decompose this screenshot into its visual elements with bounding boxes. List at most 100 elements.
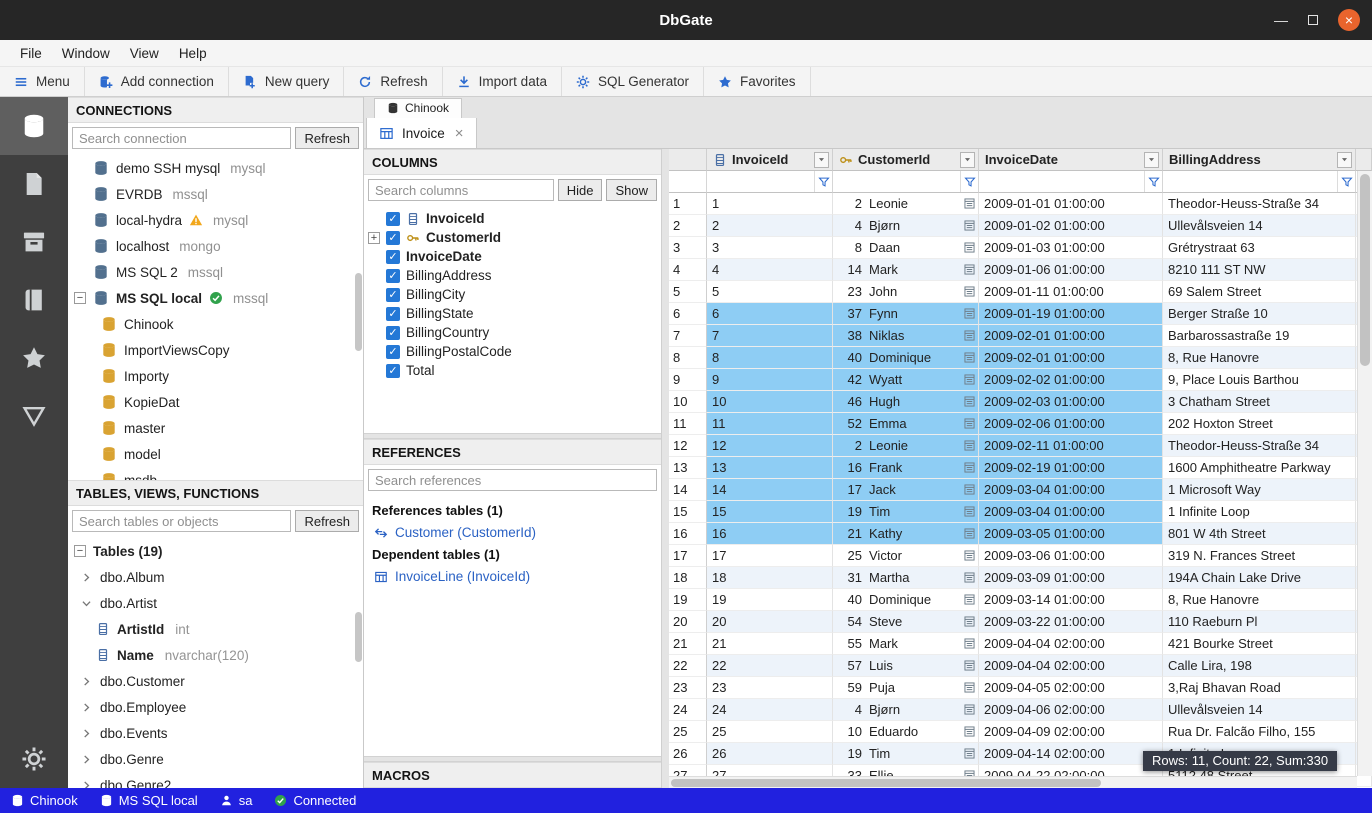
cell-billingaddress[interactable]: 8, Rue Hanovre	[1163, 347, 1356, 369]
row-number[interactable]: 5	[669, 281, 707, 303]
cell-customerid[interactable]: 16 Frank	[833, 457, 979, 479]
table-row[interactable]: 16 16 21 Kathy 2009-03-05 01:00:00 801 W…	[669, 523, 1372, 545]
table-row[interactable]: 25 25 10 Eduardo 2009-04-09 02:00:00 Rua…	[669, 721, 1372, 743]
cell-invoiceid[interactable]: 9	[707, 369, 833, 391]
show-columns-button[interactable]: Show	[606, 179, 657, 201]
row-number[interactable]: 9	[669, 369, 707, 391]
cell-customerid[interactable]: 55 Mark	[833, 633, 979, 655]
connection-item-ms-sql-local[interactable]: − MS SQL local mssql	[68, 285, 363, 311]
cell-invoicedate[interactable]: 2009-01-01 01:00:00	[979, 193, 1163, 215]
column-header-invoiceid[interactable]: InvoiceId	[707, 149, 833, 171]
cell-invoiceid[interactable]: 5	[707, 281, 833, 303]
cell-invoiceid[interactable]: 3	[707, 237, 833, 259]
vertical-scrollbar[interactable]	[1357, 171, 1372, 776]
row-number[interactable]: 6	[669, 303, 707, 325]
filter-input-billingaddress[interactable]	[1163, 171, 1337, 192]
row-number[interactable]: 26	[669, 743, 707, 765]
cell-invoicedate[interactable]: 2009-04-05 02:00:00	[979, 677, 1163, 699]
collapse-icon[interactable]: −	[74, 545, 86, 557]
cell-customerid[interactable]: 14 Mark	[833, 259, 979, 281]
row-number[interactable]: 16	[669, 523, 707, 545]
cell-customerid[interactable]: 46 Hugh	[833, 391, 979, 413]
table-row[interactable]: 6 6 37 Fynn 2009-01-19 01:00:00 Berger S…	[669, 303, 1372, 325]
sidebar-connections-button[interactable]	[0, 97, 68, 155]
table-row[interactable]: 8 8 40 Dominique 2009-02-01 01:00:00 8, …	[669, 347, 1372, 369]
cell-invoicedate[interactable]: 2009-01-06 01:00:00	[979, 259, 1163, 281]
cell-invoiceid[interactable]: 20	[707, 611, 833, 633]
cell-invoiceid[interactable]: 16	[707, 523, 833, 545]
row-number[interactable]: 2	[669, 215, 707, 237]
column-menu-button[interactable]	[1144, 152, 1159, 168]
column-menu-button[interactable]	[814, 152, 829, 168]
database-item-master[interactable]: + master	[68, 415, 363, 441]
cell-billingaddress[interactable]: 194A Chain Lake Drive	[1163, 567, 1356, 589]
cell-invoiceid[interactable]: 17	[707, 545, 833, 567]
sidebar-settings-button[interactable]	[0, 730, 68, 788]
toolbar-sql-generator-button[interactable]: SQL Generator	[562, 67, 704, 96]
toolbar-add-connection-button[interactable]: Add connection	[85, 67, 229, 96]
cell-customerid[interactable]: 25 Victor	[833, 545, 979, 567]
cell-invoicedate[interactable]: 2009-04-09 02:00:00	[979, 721, 1163, 743]
table-item-dbo-genre[interactable]: dbo.Genre	[68, 746, 363, 772]
database-item-chinook[interactable]: + Chinook	[68, 311, 363, 337]
row-number[interactable]: 11	[669, 413, 707, 435]
cell-invoicedate[interactable]: 2009-04-04 02:00:00	[979, 633, 1163, 655]
row-number[interactable]: 8	[669, 347, 707, 369]
column-toggle-billingpostalcode[interactable]: + ✓ BillingPostalCode	[364, 342, 661, 361]
menu-help[interactable]: Help	[169, 43, 217, 64]
cell-billingaddress[interactable]: Calle Lira, 198	[1163, 655, 1356, 677]
row-number[interactable]: 3	[669, 237, 707, 259]
cell-customerid[interactable]: 8 Daan	[833, 237, 979, 259]
column-menu-button[interactable]	[960, 152, 975, 168]
cell-customerid[interactable]: 38 Niklas	[833, 325, 979, 347]
column-toggle-billingcountry[interactable]: + ✓ BillingCountry	[364, 323, 661, 342]
scrollbar-thumb[interactable]	[671, 779, 1101, 787]
menu-view[interactable]: View	[120, 43, 169, 64]
cell-invoicedate[interactable]: 2009-02-02 01:00:00	[979, 369, 1163, 391]
table-row[interactable]: 4 4 14 Mark 2009-01-06 01:00:00 8210 111…	[669, 259, 1372, 281]
table-row[interactable]: 20 20 54 Steve 2009-03-22 01:00:00 110 R…	[669, 611, 1372, 633]
sidebar-filters-button[interactable]	[0, 387, 68, 445]
connection-item-demo-ssh-mysql[interactable]: − demo SSH mysql mysql	[68, 155, 363, 181]
checkbox[interactable]: ✓	[386, 250, 400, 264]
filter-funnel-icon[interactable]	[1337, 171, 1355, 192]
column-toggle-billingstate[interactable]: + ✓ BillingState	[364, 304, 661, 323]
filter-input-invoicedate[interactable]	[979, 171, 1144, 192]
row-number[interactable]: 23	[669, 677, 707, 699]
connection-search-input[interactable]	[72, 127, 291, 149]
database-item-importy[interactable]: + Importy	[68, 363, 363, 389]
references-search-input[interactable]	[368, 469, 657, 491]
column-toggle-customerid[interactable]: + ✓ CustomerId	[364, 228, 661, 247]
cell-billingaddress[interactable]: 3,Raj Bhavan Road	[1163, 677, 1356, 699]
sidebar-history-button[interactable]	[0, 271, 68, 329]
table-item-dbo-events[interactable]: dbo.Events	[68, 720, 363, 746]
cell-invoicedate[interactable]: 2009-02-01 01:00:00	[979, 347, 1163, 369]
column-toggle-total[interactable]: + ✓ Total	[364, 361, 661, 380]
toolbar-favorites-button[interactable]: Favorites	[704, 67, 811, 96]
cell-customerid[interactable]: 52 Emma	[833, 413, 979, 435]
row-number[interactable]: 17	[669, 545, 707, 567]
cell-invoicedate[interactable]: 2009-03-04 01:00:00	[979, 501, 1163, 523]
cell-invoiceid[interactable]: 8	[707, 347, 833, 369]
table-row[interactable]: 18 18 31 Martha 2009-03-09 01:00:00 194A…	[669, 567, 1372, 589]
close-tab-icon[interactable]: ×	[455, 125, 464, 142]
filter-input-invoiceid[interactable]	[707, 171, 814, 192]
expand-icon[interactable]: −	[74, 292, 86, 304]
checkbox[interactable]: ✓	[386, 231, 400, 245]
table-row[interactable]: 14 14 17 Jack 2009-03-04 01:00:00 1 Micr…	[669, 479, 1372, 501]
table-item-dbo-customer[interactable]: dbo.Customer	[68, 668, 363, 694]
cell-invoicedate[interactable]: 2009-02-06 01:00:00	[979, 413, 1163, 435]
cell-customerid[interactable]: 23 John	[833, 281, 979, 303]
table-row[interactable]: 10 10 46 Hugh 2009-02-03 01:00:00 3 Chat…	[669, 391, 1372, 413]
scrollbar-thumb[interactable]	[1360, 174, 1370, 366]
tab-invoice[interactable]: Invoice ×	[366, 118, 477, 148]
table-item-dbo-genre2[interactable]: dbo.Genre2	[68, 772, 363, 788]
cell-customerid[interactable]: 19 Tim	[833, 501, 979, 523]
checkbox[interactable]: ✓	[386, 326, 400, 340]
cell-customerid[interactable]: 2 Leonie	[833, 435, 979, 457]
cell-invoiceid[interactable]: 10	[707, 391, 833, 413]
sidebar-favorites-button[interactable]	[0, 329, 68, 387]
cell-invoiceid[interactable]: 14	[707, 479, 833, 501]
cell-billingaddress[interactable]: 1 Microsoft Way	[1163, 479, 1356, 501]
row-number[interactable]: 4	[669, 259, 707, 281]
